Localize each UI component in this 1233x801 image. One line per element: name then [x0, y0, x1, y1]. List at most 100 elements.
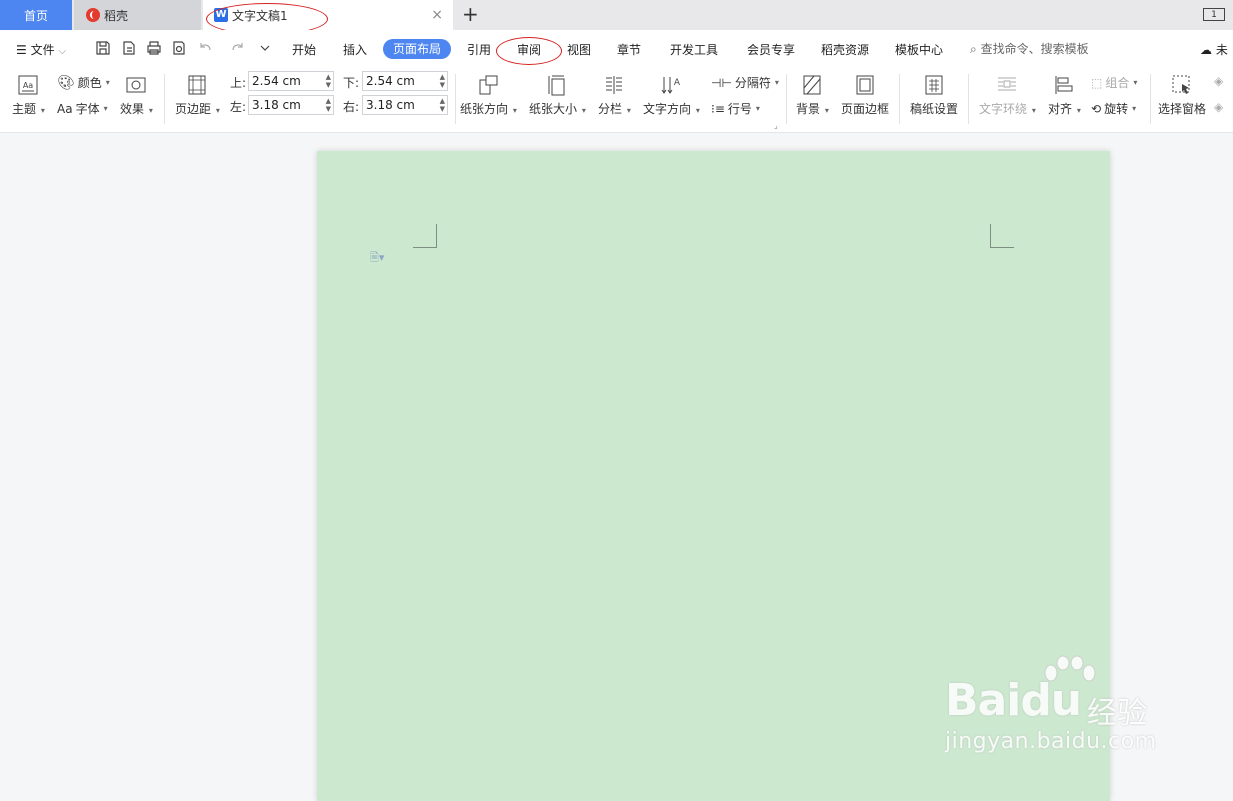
separator — [1150, 74, 1151, 124]
undo-icon[interactable] — [197, 40, 213, 56]
redo-icon[interactable] — [230, 40, 246, 56]
margin-top-label: 上: — [230, 76, 247, 90]
columns-button[interactable]: 分栏 — [598, 74, 631, 117]
margin-left-value: 3.18 cm — [252, 98, 301, 112]
menu-references[interactable]: 引用 — [467, 41, 491, 58]
window-mode-button[interactable]: 1 — [1203, 8, 1225, 21]
breaks-icon: ⊣⊢ — [711, 75, 732, 90]
font-label: 字体 — [75, 102, 100, 116]
print-preview-icon[interactable] — [171, 40, 187, 56]
font-prefix-icon: Aa — [57, 101, 73, 116]
new-tab-button[interactable]: + — [462, 3, 479, 25]
rotate-icon: ⟲ — [1091, 101, 1102, 116]
send-backward-icon[interactable]: ◈ — [1214, 100, 1223, 114]
paper-size-button[interactable]: 纸张大小 — [529, 74, 586, 117]
effect-icon — [126, 77, 146, 93]
margins-button[interactable]: 页边距 — [175, 74, 220, 117]
menu-template-center[interactable]: 模板中心 — [895, 41, 943, 58]
margin-top-input[interactable]: 2.54 cm ▲ ▼ — [248, 71, 334, 91]
text-direction-icon: A — [662, 77, 681, 94]
spinner-icon[interactable]: ▲ ▼ — [440, 73, 445, 89]
daoke-icon — [86, 8, 100, 22]
spinner-icon[interactable]: ▲ ▼ — [326, 97, 331, 113]
color-button[interactable]: 🎨︎ 颜色 — [57, 74, 110, 91]
orientation-button[interactable]: 纸张方向 — [460, 74, 517, 117]
menu-insert[interactable]: 插入 — [343, 41, 367, 58]
export-pdf-icon[interactable] — [121, 40, 137, 56]
menu-member[interactable]: 会员专享 — [747, 41, 795, 58]
watermark-brand-bai: Bai — [945, 675, 1021, 726]
file-menu-label: 文件 — [30, 43, 55, 57]
margin-top-value: 2.54 cm — [252, 74, 301, 88]
manuscript-settings-button[interactable]: 稿纸设置 — [910, 74, 958, 117]
spinner-icon[interactable]: ▲ ▼ — [440, 97, 445, 113]
margin-bottom-input[interactable]: 2.54 cm ▲ ▼ — [362, 71, 448, 91]
margin-right-input[interactable]: 3.18 cm ▲ ▼ — [362, 95, 448, 115]
background-button[interactable]: 背景 — [796, 74, 829, 117]
margin-bottom-label: 下: — [343, 76, 360, 90]
group-label: 组合 — [1105, 76, 1130, 90]
margin-corner-top-right — [990, 224, 1014, 248]
watermark-jingyan: 经验 — [1087, 696, 1147, 731]
cloud-sync-status[interactable]: ☁ 未 — [1200, 41, 1228, 58]
wrap-text-button[interactable]: 文字环绕 — [979, 74, 1036, 117]
baidu-jingyan-watermark: Baidu 经验 jingyan.baidu.com — [945, 655, 1175, 765]
menu-page-layout[interactable]: 页面布局 — [383, 39, 451, 59]
line-numbers-button[interactable]: ⁝≡ 行号 — [711, 100, 760, 117]
print-icon[interactable] — [146, 40, 162, 56]
columns-label: 分栏 — [598, 102, 623, 116]
text-direction-button[interactable]: A 文字方向 — [643, 74, 700, 117]
paragraph-options-icon[interactable]: 🗎︎▾ — [370, 249, 384, 268]
page-border-button[interactable]: 页面边框 — [841, 74, 889, 117]
theme-button[interactable]: Aa 主题 — [12, 74, 45, 117]
margin-right-label: 右: — [343, 100, 360, 114]
tab-daoke[interactable]: 稻壳 — [74, 0, 201, 30]
margins-icon — [188, 75, 206, 95]
tab-home-label: 首页 — [23, 8, 48, 23]
spinner-icon[interactable]: ▲ ▼ — [326, 73, 331, 89]
cloud-status-label: 未 — [1215, 43, 1228, 57]
align-button[interactable]: 对齐 — [1048, 74, 1081, 117]
ribbon-page-layout: Aa 主题 🎨︎ 颜色 Aa 字体 效果 页边距 上: 2.54 cm ▲▼ 左:… — [0, 68, 1233, 133]
tab-document[interactable]: W 文字文稿1 × — [203, 0, 453, 30]
selection-pane-icon — [1172, 75, 1190, 94]
line-numbers-icon: ⁝≡ — [711, 101, 725, 116]
file-menu[interactable]: ☰ 文件 ⌵ — [16, 41, 66, 58]
menu-developer[interactable]: 开发工具 — [670, 41, 718, 58]
selection-pane-button[interactable]: 选择窗格 — [1158, 74, 1206, 117]
tab-daoke-label: 稻壳 — [104, 8, 129, 23]
bring-forward-icon[interactable]: ◈ — [1214, 74, 1223, 88]
dialog-launcher-icon[interactable]: ⌟ — [774, 121, 778, 130]
breaks-button[interactable]: ⊣⊢ 分隔符 — [711, 74, 779, 91]
separator — [164, 74, 165, 124]
menu-chapter[interactable]: 章节 — [617, 41, 641, 58]
menu-view[interactable]: 视图 — [567, 41, 591, 58]
separator — [786, 74, 787, 124]
save-icon[interactable] — [95, 40, 111, 56]
search-icon: ⌕ — [970, 42, 977, 56]
rotate-button[interactable]: ⟲ 旋转 — [1091, 100, 1136, 117]
menu-review[interactable]: 审阅 — [517, 41, 541, 58]
margin-corner-top-left — [413, 224, 437, 248]
margin-left-input[interactable]: 3.18 cm ▲ ▼ — [248, 95, 334, 115]
separator — [968, 74, 969, 124]
color-label: 颜色 — [77, 76, 102, 90]
paper-size-label: 纸张大小 — [529, 102, 578, 116]
customize-toolbar-icon[interactable] — [257, 40, 273, 56]
tab-home[interactable]: 首页 — [0, 0, 72, 30]
command-search[interactable]: ⌕ 查找命令、搜索模板 — [970, 40, 1089, 57]
close-tab-icon[interactable]: × — [431, 7, 443, 23]
watermark-brand-du: du — [1020, 675, 1082, 726]
effect-button[interactable]: 效果 — [120, 74, 153, 117]
font-button[interactable]: Aa 字体 — [57, 100, 108, 117]
group-button[interactable]: ⬚ 组合 — [1091, 74, 1137, 91]
align-icon — [1055, 76, 1073, 94]
wps-writer-icon: W — [214, 8, 228, 22]
menu-bar: ☰ 文件 ⌵ 开始 插入 页面布局 引用 审阅 视图 章节 开发工具 会员专享 … — [0, 30, 1233, 68]
palette-icon: 🎨︎ — [57, 74, 75, 91]
separator — [455, 74, 456, 124]
menu-start[interactable]: 开始 — [292, 41, 316, 58]
svg-text:Aa: Aa — [23, 81, 33, 90]
menu-daoke-resources[interactable]: 稻壳资源 — [821, 41, 869, 58]
wrap-text-icon — [998, 77, 1017, 91]
